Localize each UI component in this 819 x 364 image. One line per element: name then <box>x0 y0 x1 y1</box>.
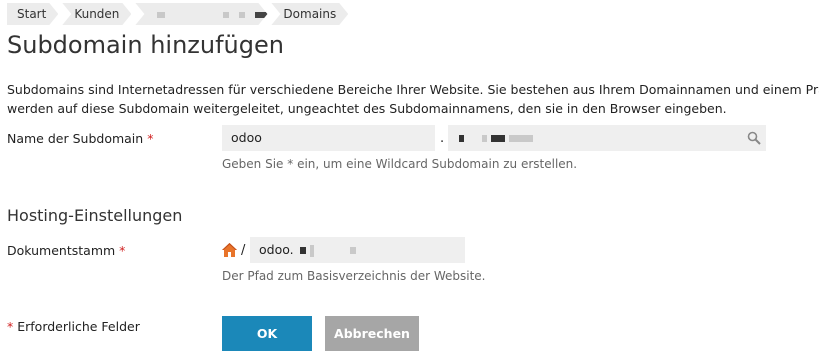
ok-button[interactable]: OK <box>222 316 312 351</box>
breadcrumb-label: Domains <box>283 7 337 21</box>
hosting-section-title: Hosting-Einstellungen <box>7 206 183 225</box>
path-prefix: / <box>241 243 246 258</box>
required-mark: * <box>119 243 126 258</box>
redacted-text <box>481 135 487 142</box>
redacted-text <box>239 12 245 18</box>
redacted-text <box>223 12 229 18</box>
redacted-text <box>255 12 273 18</box>
breadcrumb-item-domains[interactable]: Domains <box>271 3 348 25</box>
breadcrumb-label: Kunden <box>74 7 120 21</box>
breadcrumb-label: Start <box>17 7 47 21</box>
required-mark: * <box>147 131 154 146</box>
required-fields-note: * Erforderliche Felder <box>7 319 140 334</box>
cancel-button[interactable]: Abbrechen <box>325 316 419 351</box>
redacted-text <box>157 12 165 18</box>
search-icon[interactable] <box>747 131 761 145</box>
required-mark: * <box>7 319 14 334</box>
breadcrumb-item-kunden[interactable]: Kunden <box>62 3 131 25</box>
breadcrumb: Start Kunden Domains <box>7 3 352 25</box>
page-title: Subdomain hinzufügen <box>7 31 284 59</box>
docroot-hint: Der Pfad zum Basisverzeichnis der Websit… <box>222 269 486 283</box>
description-line: Subdomains sind Internetadressen für ver… <box>7 82 819 97</box>
redacted-text <box>299 247 306 254</box>
subdomain-name-input[interactable]: odoo <box>222 125 435 151</box>
redacted-text <box>459 135 464 142</box>
subdomain-hint: Geben Sie * ein, um eine Wildcard Subdom… <box>222 157 578 171</box>
page-description: Subdomains sind Internetadressen für ver… <box>7 80 819 118</box>
docroot-label: Dokumentstamm * <box>7 243 126 258</box>
redacted-text <box>508 135 533 142</box>
breadcrumb-item-customer[interactable] <box>135 3 267 25</box>
description-line: werden auf diese Subdomain weitergeleite… <box>7 101 727 116</box>
redacted-text <box>349 247 356 254</box>
breadcrumb-item-start[interactable]: Start <box>7 3 58 25</box>
redacted-text <box>309 244 314 257</box>
subdomain-name-label: Name der Subdomain * <box>7 131 154 146</box>
home-icon <box>222 243 237 257</box>
parent-domain-select[interactable] <box>448 125 766 151</box>
domain-separator: . <box>440 131 445 146</box>
redacted-text <box>490 135 505 142</box>
docroot-input[interactable]: odoo. <box>250 237 465 263</box>
